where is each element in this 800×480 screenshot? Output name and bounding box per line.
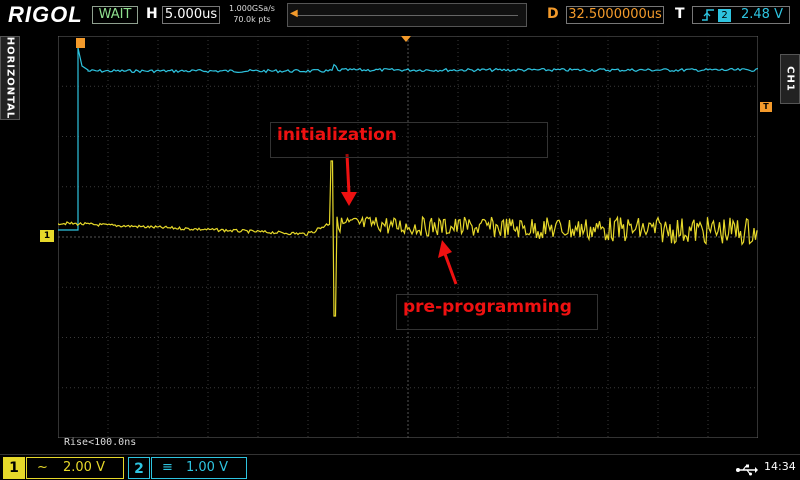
channel-status-bar: 1 ~ 2.00 V 2 ≡ 1.00 V 14:34 xyxy=(0,454,800,480)
horizontal-tab-label: HORIZONTAL xyxy=(4,36,16,120)
memory-track xyxy=(296,15,518,16)
waveform-display[interactable] xyxy=(58,36,758,438)
trigger-label: T xyxy=(675,6,685,22)
ch1-coupling: ~ xyxy=(37,460,48,475)
timebase-field[interactable]: 5.000us xyxy=(162,6,220,24)
horizontal-label: H xyxy=(146,6,158,22)
ch1-scale: 2.00 V xyxy=(63,460,105,475)
ch2-coupling: ≡ xyxy=(162,460,173,475)
ch1-level-marker[interactable]: 1 xyxy=(40,230,54,242)
memory-overview-bar[interactable]: ◀ xyxy=(287,3,527,27)
delay-label: D xyxy=(547,6,559,22)
annotation-pre-programming: pre-programming xyxy=(396,294,598,330)
run-status-badge[interactable]: WAIT xyxy=(92,6,138,24)
waveform-canvas xyxy=(58,36,758,438)
memory-depth: 70.0k pts xyxy=(233,15,271,24)
brand-logo: RIGOL xyxy=(8,2,83,27)
rising-edge-icon xyxy=(701,7,715,28)
trigger-level-marker[interactable]: T xyxy=(760,102,772,112)
trigger-source-badge: 2 xyxy=(718,9,731,22)
horizontal-menu-tab[interactable]: HORIZONTAL xyxy=(0,36,20,120)
trigger-settings[interactable]: 2 2.48 V xyxy=(692,6,790,24)
top-status-bar: RIGOL WAIT H 5.000us 1.000GSa/s 70.0k pt… xyxy=(0,0,800,30)
usb-icon xyxy=(736,461,758,480)
ch2-scale: 1.00 V xyxy=(186,460,228,475)
ch1-tab-label: CH1 xyxy=(784,66,796,92)
delay-field[interactable]: 32.5000000us xyxy=(566,6,664,24)
ch1-number-badge[interactable]: 1 xyxy=(3,457,25,479)
system-clock: 14:34 xyxy=(764,460,796,473)
ch1-settings[interactable]: ~ 2.00 V xyxy=(26,457,124,479)
annotation-initialization: initialization xyxy=(270,122,548,158)
ch2-settings[interactable]: ≡ 1.00 V xyxy=(151,457,247,479)
ch2-number-badge[interactable]: 2 xyxy=(128,457,150,479)
trigger-level: 2.48 V xyxy=(741,7,783,22)
ch2-start-marker xyxy=(76,38,85,48)
sample-rate: 1.000GSa/s xyxy=(229,4,275,13)
rise-time-measurement[interactable]: Rise<100.0ns xyxy=(64,437,136,448)
ch1-menu-tab[interactable]: CH1 xyxy=(780,54,800,104)
memory-left-arrow-icon: ◀ xyxy=(290,8,298,19)
acquisition-info: 1.000GSa/s 70.0k pts xyxy=(224,3,280,25)
